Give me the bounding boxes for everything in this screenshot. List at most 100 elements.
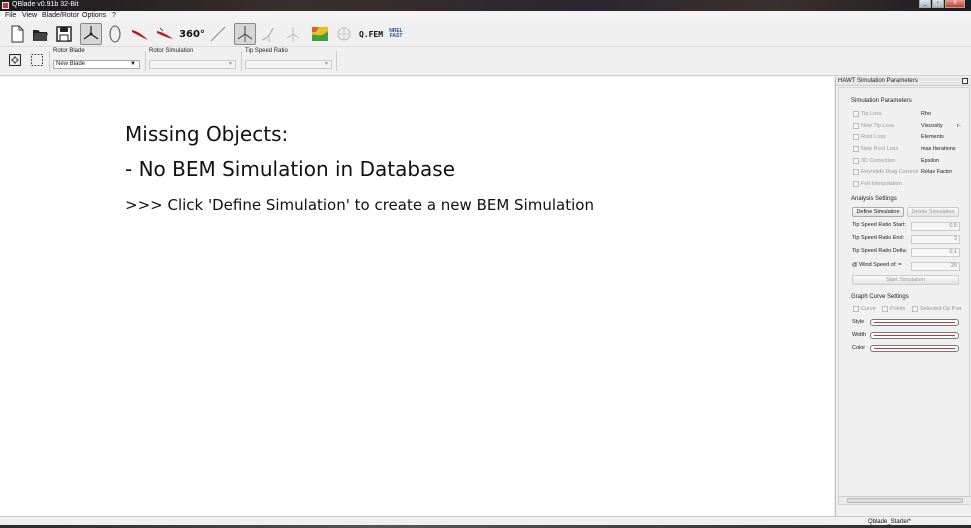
- points-label: Points: [890, 306, 906, 312]
- nrel-fast-button[interactable]: NREL FAST: [384, 23, 408, 45]
- simulation-parameters-heading: Simulation Parameters: [851, 98, 912, 104]
- blade-view-button[interactable]: [104, 23, 126, 45]
- windfield-map-icon: [312, 27, 328, 41]
- save-button[interactable]: [53, 23, 75, 45]
- 3d-correction-checkbox[interactable]: [853, 158, 859, 164]
- root-loss-checkbox[interactable]: [853, 134, 859, 140]
- color-label: Color: [852, 345, 866, 351]
- rotor-blade-label: Rotor Blade: [53, 48, 85, 54]
- tip-loss-label: Tip Loss: [861, 111, 882, 117]
- close-button[interactable]: x: [945, 0, 965, 8]
- hawt-rotor-sim-button[interactable]: [234, 23, 256, 45]
- tsr-end-input[interactable]: 3: [911, 235, 960, 244]
- qfem-button[interactable]: Q.FEM: [359, 23, 383, 45]
- missing-objects-heading: Missing Objects:: [125, 122, 289, 146]
- tsr-end-label: Tip Speed Ratio End:: [852, 235, 905, 241]
- window-title: QBlade v0.91b 32-Bit: [12, 1, 79, 8]
- floppy-disk-icon: [56, 26, 72, 42]
- qfem-label: Q.FEM: [358, 29, 384, 39]
- separator: [336, 51, 337, 71]
- width-label: Width: [852, 332, 867, 338]
- curve-width-button[interactable]: [870, 332, 959, 339]
- windfield-button[interactable]: [309, 23, 331, 45]
- turbine-sim-button[interactable]: [258, 23, 280, 45]
- epsilon-label: Epsilon: [921, 158, 940, 164]
- new-tip-loss-label: New Tip Loss: [861, 123, 895, 129]
- rotor-simulation-select[interactable]: ▾: [149, 60, 236, 69]
- tip-speed-ratio-select[interactable]: ▾: [245, 60, 332, 69]
- separator: [49, 51, 50, 71]
- wind-speed-input[interactable]: 20: [911, 262, 960, 271]
- curve-checkbox[interactable]: [853, 306, 859, 312]
- style-line-sample: [874, 322, 955, 323]
- delete-simulation-button[interactable]: Delete Simulation: [907, 207, 959, 217]
- status-bar: Qblade_Starter*: [0, 516, 971, 528]
- tsr-start-input[interactable]: 0.5: [911, 222, 960, 231]
- root-loss-label: Root Loss: [861, 134, 886, 140]
- app-icon: [2, 2, 9, 9]
- tsr-start-label: Tip Speed Ratio Start:: [852, 222, 906, 228]
- fit-view-button[interactable]: [6, 51, 24, 69]
- graph-curve-settings-heading: Graph Curve Settings: [851, 294, 909, 300]
- polar-360-button[interactable]: 360°: [179, 23, 205, 45]
- blade-line-button[interactable]: [207, 23, 229, 45]
- chevron-down-icon: ▾: [324, 61, 328, 67]
- rho-label: Rho: [921, 111, 932, 117]
- style-label: Style: [852, 319, 865, 325]
- tip-loss-checkbox[interactable]: [853, 111, 859, 117]
- chevron-down-icon: ▾: [228, 61, 232, 67]
- red-airfoil-analysis-icon: [157, 27, 173, 39]
- diagonal-line-icon: [210, 26, 226, 42]
- menu-options[interactable]: Options: [82, 12, 106, 19]
- curve-color-button[interactable]: [870, 345, 959, 352]
- maximize-button[interactable]: ▫: [932, 0, 944, 8]
- reynolds-drag-checkbox[interactable]: [853, 169, 859, 175]
- minimize-button[interactable]: _: [919, 0, 931, 8]
- target-frame-icon: [9, 54, 21, 66]
- new-file-icon: [11, 25, 24, 43]
- rotor-simulation-label: Rotor Simulation: [149, 48, 194, 54]
- blade-outline-icon: [109, 25, 121, 43]
- hawt-simulation-panel: HAWT Simulation Parameters Simulation Pa…: [835, 77, 971, 516]
- xfoil-analysis-button[interactable]: [154, 23, 176, 45]
- airfoil-design-button[interactable]: [129, 23, 151, 45]
- menu-blade-rotor[interactable]: Blade/Rotor: [42, 12, 79, 19]
- vawt-sim-button[interactable]: [333, 23, 355, 45]
- rotor-view-button[interactable]: [80, 23, 102, 45]
- open-button[interactable]: [29, 23, 51, 45]
- viscosity-label: Viscosity: [921, 123, 943, 129]
- new-tip-loss-checkbox[interactable]: [853, 123, 859, 129]
- rotor-blade-select[interactable]: New Blade ▼: [53, 60, 140, 69]
- scrollbar-thumb[interactable]: [847, 498, 963, 503]
- menu-help[interactable]: ?: [112, 12, 116, 19]
- selected-op-point-checkbox[interactable]: [912, 306, 918, 312]
- curve-label: Curve: [861, 306, 876, 312]
- select-region-button[interactable]: [28, 51, 46, 69]
- chevron-down-icon: ▼: [130, 61, 136, 67]
- separator: [145, 51, 146, 71]
- tsr-delta-input[interactable]: 0.1: [911, 248, 960, 257]
- viscosity-suffix: r-: [957, 123, 961, 129]
- points-checkbox[interactable]: [882, 306, 888, 312]
- panel-title: HAWT Simulation Parameters: [836, 77, 971, 86]
- rotor-blades-icon: [83, 26, 99, 40]
- new-root-loss-label: New Root Loss: [861, 146, 899, 152]
- new-root-loss-checkbox[interactable]: [853, 146, 859, 152]
- undock-icon[interactable]: [962, 78, 968, 84]
- characteristic-sim-button[interactable]: [282, 23, 304, 45]
- panel-body: Simulation Parameters Tip Loss Rho New T…: [838, 87, 971, 505]
- curve-style-button[interactable]: [870, 319, 959, 326]
- panel-horizontal-scrollbar[interactable]: [839, 496, 971, 504]
- new-project-button[interactable]: [6, 23, 28, 45]
- graph-canvas[interactable]: Missing Objects: - No BEM Simulation in …: [0, 77, 834, 516]
- start-simulation-button[interactable]: Start Simulation: [852, 275, 959, 285]
- tsr-delta-label: Tip Speed Ratio Delta:: [852, 248, 908, 254]
- define-simulation-hint: >>> Click 'Define Simulation' to create …: [125, 196, 594, 214]
- dashed-selection-icon: [31, 54, 43, 66]
- relax-factor-label: Relax Factor: [921, 169, 953, 175]
- 3d-correction-label: 3D Correction: [861, 158, 895, 164]
- menu-file[interactable]: File: [5, 12, 16, 19]
- define-simulation-button[interactable]: Define Simulation: [852, 207, 904, 217]
- foil-interpolation-checkbox[interactable]: [853, 181, 859, 187]
- menu-view[interactable]: View: [22, 12, 37, 19]
